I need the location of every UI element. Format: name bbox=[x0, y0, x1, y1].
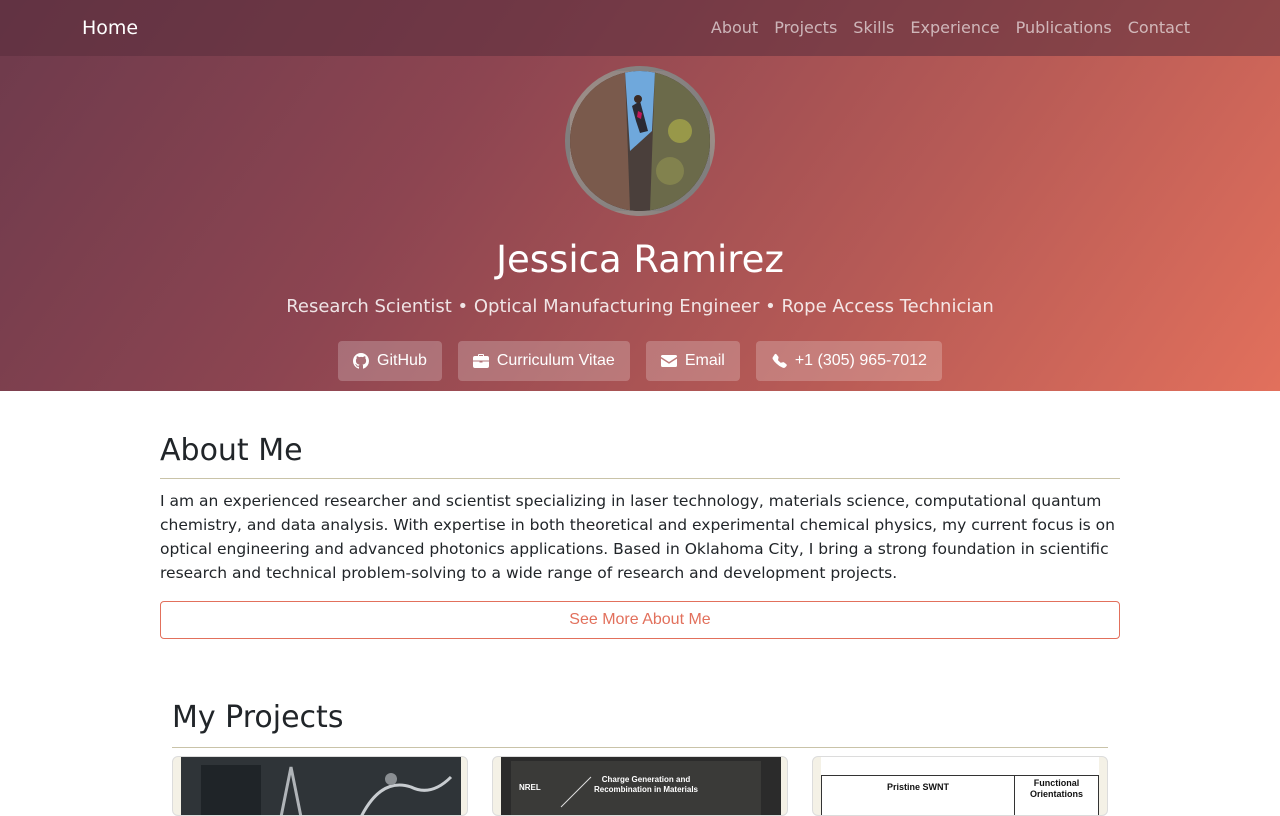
github-button[interactable]: GitHub bbox=[338, 341, 442, 381]
table-image: Pristine SWNT Functional Orientations bbox=[821, 775, 1099, 815]
profile-subtitle: Research Scientist • Optical Manufacturi… bbox=[286, 296, 994, 317]
projects-section: My Projects NREL Charge Generation and R… bbox=[172, 700, 1108, 816]
cv-button[interactable]: Curriculum Vitae bbox=[457, 341, 630, 381]
nav-projects[interactable]: Projects bbox=[774, 18, 837, 37]
home-link[interactable]: Home bbox=[82, 17, 138, 39]
project-card[interactable] bbox=[172, 756, 468, 816]
project-image: NREL Charge Generation and Recombination… bbox=[501, 757, 781, 815]
nav-experience[interactable]: Experience bbox=[910, 18, 999, 37]
see-more-about-button[interactable]: See More About Me bbox=[160, 601, 1120, 639]
nav-contact[interactable]: Contact bbox=[1128, 18, 1190, 37]
hero-banner: Home About Projects Skills Experience Pu… bbox=[0, 0, 1280, 391]
cv-label: Curriculum Vitae bbox=[496, 352, 615, 369]
email-label: Email bbox=[684, 352, 725, 369]
email-button[interactable]: Email bbox=[645, 341, 740, 381]
navbar: Home About Projects Skills Experience Pu… bbox=[0, 0, 1280, 56]
nav-skills[interactable]: Skills bbox=[853, 18, 894, 37]
about-section: About Me I am an experienced researcher … bbox=[160, 433, 1120, 639]
project-card[interactable]: Pristine SWNT Functional Orientations bbox=[812, 756, 1108, 816]
projects-title: My Projects bbox=[172, 700, 344, 735]
nav-about[interactable]: About bbox=[711, 18, 758, 37]
avatar bbox=[565, 66, 715, 216]
functional-orientations-label: Functional Orientations bbox=[1029, 778, 1083, 799]
phone-label: +1 (305) 965-7012 bbox=[794, 352, 927, 369]
hero-buttons: GitHub Curriculum Vitae Email +1 (305) 9… bbox=[0, 341, 1280, 381]
about-title: About Me bbox=[160, 433, 303, 468]
github-icon bbox=[353, 353, 370, 369]
nrel-brand-label: NREL bbox=[519, 783, 541, 792]
profile-name: Jessica Ramirez bbox=[496, 238, 784, 281]
phone-button[interactable]: +1 (305) 965-7012 bbox=[755, 341, 942, 381]
pristine-swnt-label: Pristine SWNT bbox=[886, 782, 949, 792]
projects-divider bbox=[172, 747, 1108, 748]
climber-photo bbox=[570, 71, 710, 211]
about-divider bbox=[160, 478, 1120, 479]
briefcase-icon bbox=[472, 354, 489, 368]
github-label: GitHub bbox=[377, 352, 427, 369]
nav-publications[interactable]: Publications bbox=[1016, 18, 1112, 37]
about-text: I am an experienced researcher and scien… bbox=[160, 492, 1115, 582]
envelope-icon bbox=[660, 355, 677, 367]
presentation-caption: Charge Generation and Recombination in M… bbox=[593, 775, 699, 794]
nav-links: About Projects Skills Experience Publica… bbox=[711, 18, 1190, 37]
project-image: Pristine SWNT Functional Orientations bbox=[821, 757, 1099, 815]
project-card[interactable]: NREL Charge Generation and Recombination… bbox=[492, 756, 788, 816]
project-cards: NREL Charge Generation and Recombination… bbox=[172, 756, 1108, 816]
project-image bbox=[181, 757, 461, 815]
lab-setup-image bbox=[181, 757, 461, 815]
phone-icon bbox=[772, 353, 787, 368]
